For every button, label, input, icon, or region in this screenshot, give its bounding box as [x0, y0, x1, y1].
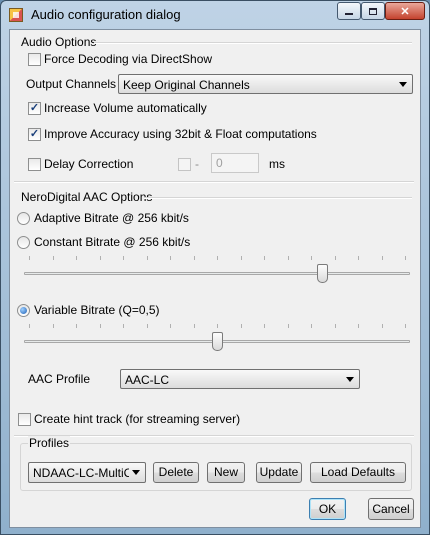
adaptive-bitrate-label: Adaptive Bitrate @ 256 kbit/s	[34, 211, 189, 225]
slider-tick	[288, 256, 289, 260]
dialog-body: Audio Options Force Decoding via DirectS…	[9, 29, 421, 528]
slider-thumb[interactable]	[317, 264, 328, 283]
slider-tick	[123, 324, 124, 328]
profile-select-value: NDAAC-LC-MultiCha	[33, 466, 129, 480]
slider-tick	[29, 256, 30, 260]
slider-thumb[interactable]	[212, 332, 223, 351]
slider-tick	[241, 324, 242, 328]
aac-profile-select[interactable]: AAC-LC	[120, 369, 360, 389]
slider-tick	[335, 256, 336, 260]
constant-bitrate-slider[interactable]	[24, 256, 410, 286]
improve-accuracy-label: Improve Accuracy using 32bit & Float com…	[44, 127, 317, 141]
force-decoding-label: Force Decoding via DirectShow	[44, 52, 213, 66]
variable-bitrate-radio[interactable]	[17, 304, 30, 317]
delay-correction-checkbox[interactable]	[28, 158, 41, 171]
maximize-icon	[369, 7, 377, 15]
slider-tick	[405, 256, 406, 260]
slider-tick	[170, 324, 171, 328]
aac-profile-value: AAC-LC	[125, 373, 170, 387]
profile-select[interactable]: NDAAC-LC-MultiCha	[28, 462, 146, 483]
minimize-button[interactable]	[337, 2, 361, 20]
slider-tick	[335, 324, 336, 328]
slider-tick	[405, 324, 406, 328]
slider-tick	[147, 256, 148, 260]
slider-tick	[358, 324, 359, 328]
slider-tick	[264, 256, 265, 260]
increase-volume-checkbox[interactable]: ✓	[28, 102, 41, 115]
slider-tick	[382, 324, 383, 328]
aac-profile-label: AAC Profile	[28, 372, 91, 386]
section-divider	[14, 181, 414, 183]
profiles-group-label: Profiles	[28, 436, 71, 450]
variable-bitrate-label: Variable Bitrate (Q=0,5)	[34, 303, 160, 317]
section-divider	[14, 435, 414, 437]
constant-bitrate-label: Constant Bitrate @ 256 kbit/s	[34, 235, 191, 249]
close-button[interactable]: ✕	[385, 2, 425, 20]
close-icon: ✕	[400, 5, 410, 18]
slider-tick	[29, 324, 30, 328]
slider-tick	[76, 256, 77, 260]
slider-tick	[76, 324, 77, 328]
hint-track-label: Create hint track (for streaming server)	[34, 412, 241, 426]
audio-options-group-label: Audio Options	[20, 35, 98, 49]
slider-tick	[241, 256, 242, 260]
slider-tick	[170, 256, 171, 260]
audio-options-separator	[94, 42, 412, 44]
nerodigital-group-label: NeroDigital AAC Options	[20, 190, 154, 204]
slider-tick	[100, 256, 101, 260]
slider-tick	[53, 256, 54, 260]
slider-tick	[217, 256, 218, 260]
slider-tick	[311, 256, 312, 260]
slider-tick	[147, 324, 148, 328]
ok-button[interactable]: OK	[309, 498, 346, 520]
app-icon	[9, 8, 23, 22]
constant-bitrate-radio[interactable]	[17, 236, 30, 249]
output-channels-select[interactable]: Keep Original Channels	[118, 74, 413, 94]
delay-sign-label: -	[195, 157, 199, 171]
window-title: Audio configuration dialog	[31, 7, 181, 22]
nerodigital-separator	[144, 197, 412, 199]
load-defaults-button[interactable]: Load Defaults	[310, 462, 406, 483]
slider-tick	[194, 324, 195, 328]
slider-tick	[382, 256, 383, 260]
output-channels-label: Output Channels	[26, 77, 117, 91]
slider-tick	[358, 256, 359, 260]
slider-tick	[288, 324, 289, 328]
slider-ticks	[29, 324, 406, 328]
maximize-button[interactable]	[361, 2, 385, 20]
variable-bitrate-slider[interactable]	[24, 324, 410, 354]
chevron-down-icon	[399, 82, 407, 87]
slider-tick	[311, 324, 312, 328]
delay-enable-checkbox[interactable]	[178, 158, 191, 171]
increase-volume-label: Increase Volume automatically	[44, 101, 207, 115]
chevron-down-icon	[346, 377, 354, 382]
adaptive-bitrate-radio[interactable]	[17, 212, 30, 225]
slider-track	[24, 272, 410, 275]
slider-tick	[217, 324, 218, 328]
improve-accuracy-checkbox[interactable]: ✓	[28, 128, 41, 141]
update-profile-button[interactable]: Update	[256, 462, 302, 483]
hint-track-checkbox[interactable]	[18, 413, 31, 426]
title-bar[interactable]: Audio configuration dialog ✕	[1, 1, 429, 29]
slider-tick	[100, 324, 101, 328]
delay-correction-label: Delay Correction	[44, 157, 134, 171]
output-channels-value: Keep Original Channels	[123, 78, 250, 92]
slider-tick	[123, 256, 124, 260]
minimize-icon	[345, 13, 353, 15]
force-decoding-checkbox[interactable]	[28, 53, 41, 66]
dialog-window: Audio configuration dialog ✕ Audio Optio…	[0, 0, 430, 535]
slider-tick	[194, 256, 195, 260]
slider-tick	[53, 324, 54, 328]
slider-tick	[264, 324, 265, 328]
slider-ticks	[29, 256, 406, 260]
cancel-button[interactable]: Cancel	[368, 498, 414, 520]
delete-profile-button[interactable]: Delete	[153, 462, 199, 483]
chevron-down-icon	[132, 470, 140, 475]
delay-unit-label: ms	[269, 157, 285, 171]
new-profile-button[interactable]: New	[207, 462, 245, 483]
delay-value-input[interactable]: 0	[211, 153, 259, 173]
